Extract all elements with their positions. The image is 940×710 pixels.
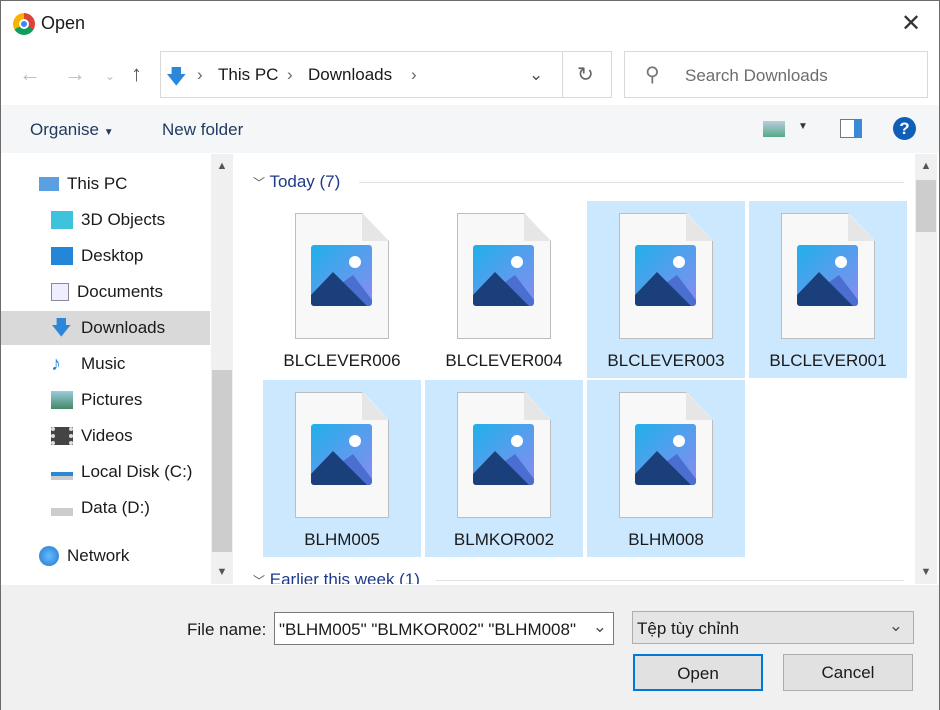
nav-item-documents[interactable]: Documents [1, 275, 210, 309]
videos-icon [51, 427, 73, 445]
file-name: BLCLEVER001 [769, 351, 887, 370]
chrome-icon [13, 13, 35, 35]
nav-item-desktop[interactable]: Desktop [1, 239, 210, 273]
refresh-button[interactable]: ↻ [577, 62, 594, 87]
file-tile[interactable]: BLMKOR002 [425, 380, 583, 557]
picture-icon [311, 424, 372, 485]
recent-dropdown[interactable]: ⌄ [105, 69, 115, 83]
file-tile[interactable]: BLCLEVER001 [749, 201, 907, 378]
scrollbar-thumb[interactable] [916, 180, 936, 232]
nav-item-3d-objects[interactable]: 3D Objects [1, 203, 210, 237]
nav-item-local-disk[interactable]: Local Disk (C:) [1, 455, 210, 489]
cancel-button[interactable]: Cancel [783, 654, 913, 691]
content-scrollbar[interactable]: ▲ ▼ [915, 154, 937, 584]
group-header-earlier[interactable]: ﹀ Earlier this week (1) [253, 570, 420, 584]
file-name: BLHM008 [628, 530, 704, 549]
toolbar: Organise ▼ New folder ▼ ? [1, 105, 939, 153]
help-button[interactable]: ? [893, 117, 916, 140]
file-name-label: File name: [187, 620, 267, 639]
picture-icon [635, 424, 696, 485]
back-button[interactable]: ← [19, 61, 41, 87]
nav-item-videos[interactable]: Videos [1, 419, 210, 453]
network-icon [39, 546, 59, 566]
disk-icon [51, 472, 73, 480]
view-dropdown[interactable]: ▼ [798, 121, 808, 132]
nav-scrollbar[interactable]: ▲ ▼ [211, 154, 233, 584]
nav-item-network[interactable]: Network [1, 539, 210, 573]
scrollbar-thumb[interactable] [212, 370, 232, 552]
desktop-icon [51, 247, 73, 265]
chevron-down-icon: ⌄ [888, 616, 903, 635]
file-tile[interactable]: BLCLEVER006 [263, 201, 421, 378]
organise-button[interactable]: Organise ▼ [30, 120, 114, 140]
chevron-icon: › [197, 65, 203, 84]
chevron-down-icon: ⌄ [592, 617, 607, 636]
nav-item-music[interactable]: ♪ Music [1, 347, 210, 381]
up-button[interactable]: ↑ [131, 61, 142, 87]
documents-icon [51, 283, 69, 301]
picture-icon [635, 245, 696, 306]
pc-icon [39, 177, 59, 191]
search-input[interactable]: ⚲ Search Downloads [624, 51, 928, 98]
picture-icon [473, 424, 534, 485]
forward-button[interactable]: → [64, 61, 86, 87]
picture-icon [311, 245, 372, 306]
nav-item-pictures[interactable]: Pictures [1, 383, 210, 417]
nav-item-data-d[interactable]: Data (D:) [1, 491, 210, 525]
open-button[interactable]: Open [633, 654, 763, 691]
pictures-icon [51, 391, 73, 409]
file-tile[interactable]: BLHM005 [263, 380, 421, 557]
file-list: ﹀ Today (7) BLCLEVER006 BLCLEVER004 BLCLEV… [241, 154, 915, 584]
chevron-icon: › [287, 65, 293, 84]
breadcrumb-downloads[interactable]: Downloads [308, 65, 392, 85]
file-name-input[interactable]: "BLHM005" "BLMKOR002" "BLHM008" ⌄ [274, 612, 614, 645]
file-tile[interactable]: BLCLEVER003 [587, 201, 745, 378]
music-icon: ♪ [51, 353, 61, 375]
new-folder-button[interactable]: New folder [162, 120, 243, 140]
nav-item-this-pc[interactable]: This PC [1, 167, 210, 201]
nav-item-downloads[interactable]: 🡇 Downloads [1, 311, 210, 345]
group-header-today[interactable]: ﹀ Today (7) [253, 172, 340, 192]
file-type-select[interactable]: Tệp tùy chỉnh ⌄ [632, 611, 914, 644]
picture-icon [797, 245, 858, 306]
chevron-icon: › [411, 65, 417, 84]
file-name: BLHM005 [304, 530, 380, 549]
history-dropdown[interactable]: ⌄ [529, 65, 543, 85]
file-tile[interactable]: BLHM008 [587, 380, 745, 557]
window-title: Open [41, 13, 86, 33]
file-tile[interactable]: BLCLEVER004 [425, 201, 583, 378]
downloads-icon: 🡇 [51, 317, 72, 339]
change-view-icon[interactable] [763, 121, 785, 137]
file-name: BLCLEVER003 [607, 351, 725, 370]
footer: File name: "BLHM005" "BLMKOR002" "BLHM00… [1, 585, 939, 710]
navigation-pane: This PC 3D Objects Desktop Documents 🡇 Do… [1, 154, 233, 584]
cube-icon [51, 211, 73, 229]
preview-pane-icon[interactable] [840, 119, 862, 138]
address-bar[interactable]: 🡇 › This PC › Downloads › ⌄ ↻ [160, 51, 612, 98]
breadcrumb-this-pc[interactable]: This PC [218, 65, 278, 85]
file-name: BLCLEVER006 [283, 351, 401, 370]
downloads-icon: 🡇 [166, 66, 187, 88]
file-name: BLCLEVER004 [445, 351, 563, 370]
search-icon: ⚲ [645, 64, 660, 86]
close-button[interactable]: ✕ [901, 9, 921, 38]
disk-icon [51, 508, 73, 516]
search-placeholder: Search Downloads [685, 66, 828, 85]
file-name: BLMKOR002 [453, 530, 555, 549]
picture-icon [473, 245, 534, 306]
